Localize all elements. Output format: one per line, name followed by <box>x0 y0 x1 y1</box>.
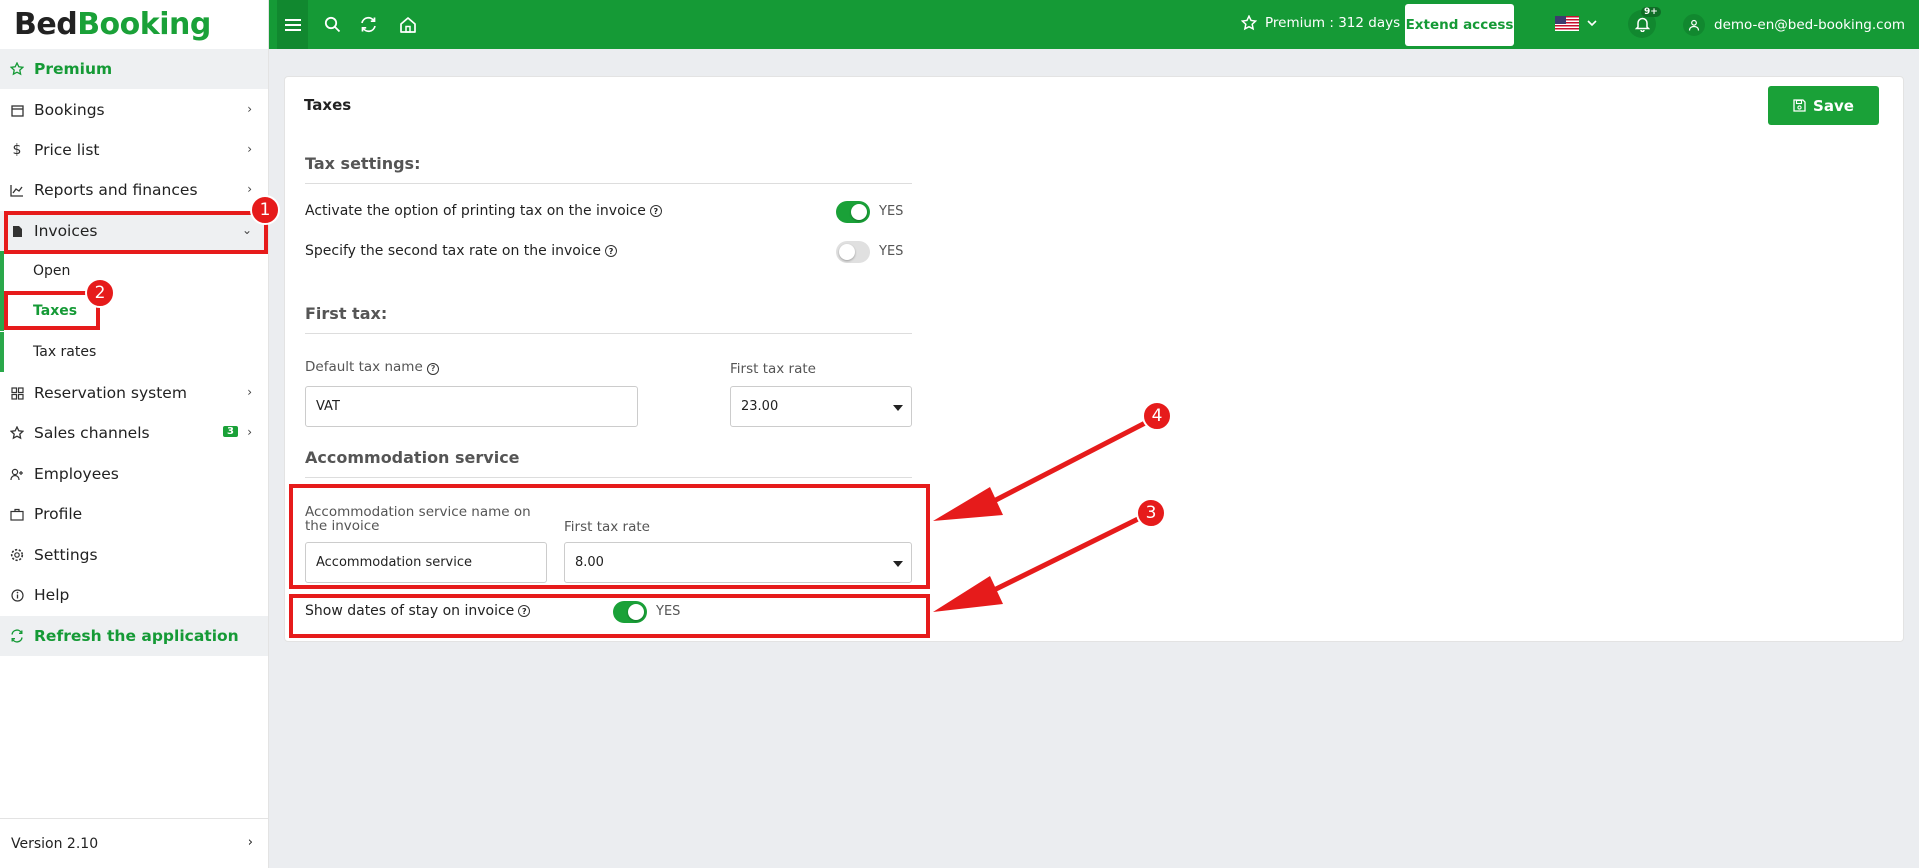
arrow-4-line <box>988 419 1149 506</box>
arrow-3-line <box>988 515 1142 595</box>
annotation-number-3: 3 <box>1136 498 1166 528</box>
annotation-arrows <box>933 419 1149 612</box>
annotation-number-4: 4 <box>1142 401 1172 431</box>
annotation-number-2: 2 <box>85 278 115 308</box>
annotation-number-1: 1 <box>250 195 280 225</box>
arrow-4-head <box>933 487 1003 521</box>
arrow-3-head <box>933 576 1003 612</box>
